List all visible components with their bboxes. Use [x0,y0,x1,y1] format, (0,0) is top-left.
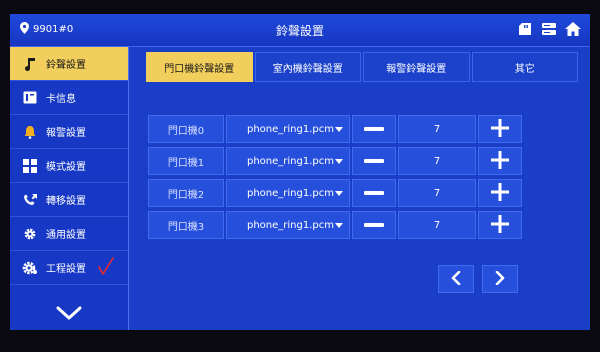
dropdown-arrow-icon [335,159,343,164]
sidebar-item-label: 卡信息 [46,94,76,105]
tab-door-unit-ringtone[interactable]: 門口機鈴聲設置 [146,52,253,82]
volume-increase-button[interactable] [478,211,522,239]
sidebar-more-button[interactable] [10,298,128,330]
ringtone-select[interactable]: phone_ring1.pcm [226,115,350,143]
sidebar-item-label: 轉移設置 [46,196,86,207]
minus-icon [364,127,384,131]
id-card-icon [22,90,38,106]
tab-bar: 門口機鈴聲設置 室內機鈴聲設置 報警鈴聲設置 其它 [146,52,580,82]
ringtone-row: 門口機3 phone_ring1.pcm 7 [148,211,524,239]
music-note-icon [22,56,38,72]
home-icon[interactable] [564,20,582,38]
prev-page-button[interactable] [438,265,474,293]
door-unit-label: 門口機2 [148,179,224,207]
sidebar: 鈴聲設置 卡信息 報警設置 模式設置 轉移設置 通用設置 工程設置 [10,47,129,330]
annotation-check-mark [98,256,114,279]
volume-value: 7 [398,179,476,207]
tab-indoor-unit-ringtone[interactable]: 室內機鈴聲設置 [254,52,361,82]
volume-value: 7 [398,115,476,143]
volume-value: 7 [398,211,476,239]
plus-icon [491,150,509,172]
volume-decrease-button[interactable] [352,147,396,175]
sidebar-item-alarm[interactable]: 報警設置 [10,115,128,149]
volume-decrease-button[interactable] [352,179,396,207]
volume-decrease-button[interactable] [352,211,396,239]
plus-icon [491,118,509,140]
door-unit-label: 門口機0 [148,115,224,143]
ringtone-value: phone_ring1.pcm [247,219,334,231]
dropdown-arrow-icon [335,191,343,196]
sidebar-item-transfer[interactable]: 轉移設置 [10,183,128,217]
sidebar-item-label: 模式設置 [46,162,86,173]
ringtone-select[interactable]: phone_ring1.pcm [226,211,350,239]
next-page-button[interactable] [482,265,518,293]
minus-icon [364,159,384,163]
dropdown-arrow-icon [335,223,343,228]
storage-icon[interactable] [540,20,558,38]
ringtone-row: 門口機0 phone_ring1.pcm 7 [148,115,524,143]
ringtone-select[interactable]: phone_ring1.pcm [226,179,350,207]
volume-value: 7 [398,147,476,175]
plus-icon [491,182,509,204]
sd-card-icon[interactable] [516,20,534,38]
top-bar: 9901#0 鈴聲設置 [10,14,590,47]
dropdown-arrow-icon [335,127,343,132]
sidebar-item-ringtone[interactable]: 鈴聲設置 [10,47,128,81]
sidebar-item-card-info[interactable]: 卡信息 [10,81,128,115]
ringtone-table: 門口機0 phone_ring1.pcm 7 門口機1 phone_ring1.… [148,115,524,243]
ringtone-row: 門口機2 phone_ring1.pcm 7 [148,179,524,207]
grid-icon [22,158,38,174]
minus-icon [364,223,384,227]
ringtone-select[interactable]: phone_ring1.pcm [226,147,350,175]
plus-icon [491,214,509,236]
ringtone-row: 門口機1 phone_ring1.pcm 7 [148,147,524,175]
sidebar-item-label: 報警設置 [46,128,86,139]
alarm-bell-icon [22,124,38,140]
ringtone-value: phone_ring1.pcm [247,123,334,135]
call-transfer-icon [22,192,38,208]
sidebar-item-label: 通用設置 [46,230,86,241]
chevron-right-icon [495,270,505,289]
ringtone-value: phone_ring1.pcm [247,187,334,199]
volume-increase-button[interactable] [478,147,522,175]
sidebar-item-engineering[interactable]: 工程設置 [10,251,128,285]
gear-icon [22,226,38,242]
engineering-gear-icon [22,260,38,276]
chevron-left-icon [451,270,461,289]
ringtone-value: phone_ring1.pcm [247,155,334,167]
tab-other[interactable]: 其它 [471,52,578,82]
pagination [438,265,518,293]
sidebar-item-label: 工程設置 [46,264,86,275]
door-unit-label: 門口機3 [148,211,224,239]
door-unit-label: 門口機1 [148,147,224,175]
sidebar-item-label: 鈴聲設置 [46,60,86,71]
tab-alarm-ringtone[interactable]: 報警鈴聲設置 [363,52,470,82]
minus-icon [364,191,384,195]
volume-decrease-button[interactable] [352,115,396,143]
volume-increase-button[interactable] [478,179,522,207]
sidebar-item-general[interactable]: 通用設置 [10,217,128,251]
page-title: 鈴聲設置 [275,24,324,38]
chevron-down-icon [56,305,82,324]
volume-increase-button[interactable] [478,115,522,143]
sidebar-item-mode[interactable]: 模式設置 [10,149,128,183]
device-screen: 9901#0 鈴聲設置 鈴聲設置 卡信息 報警設置 模式設置 轉移設置 通用設置… [10,14,590,330]
